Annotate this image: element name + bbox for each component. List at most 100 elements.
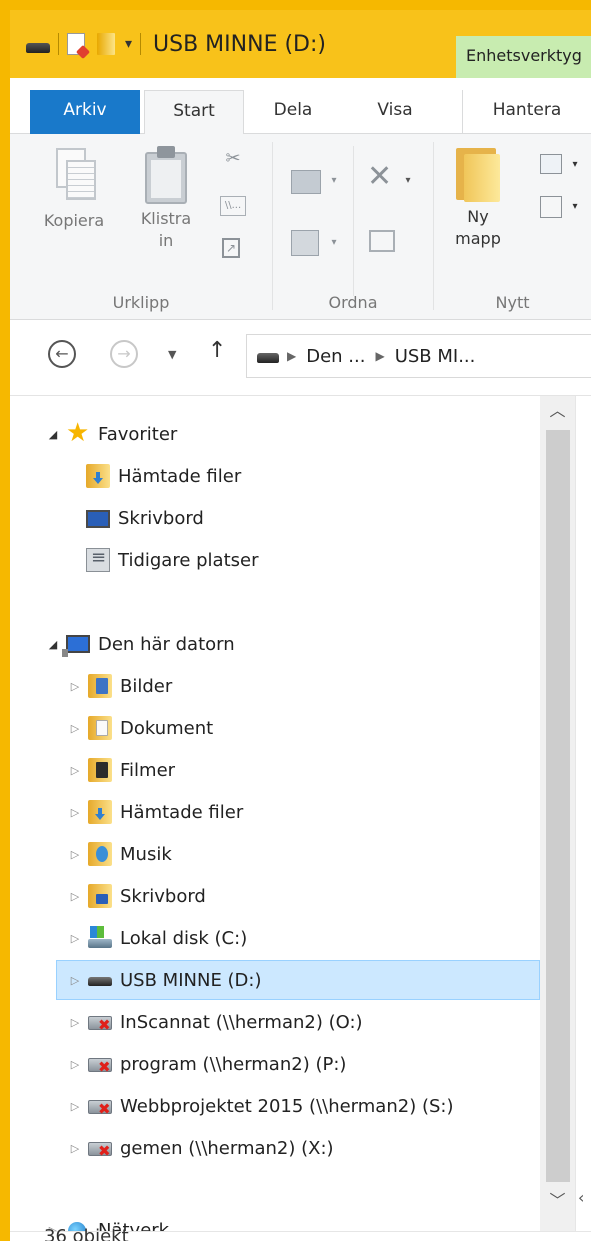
rename-icon[interactable] [369, 230, 395, 252]
videos-library-icon [88, 758, 112, 782]
downloads-folder-icon [88, 800, 112, 824]
move-to-icon[interactable] [291, 170, 321, 194]
documents-library-icon [88, 716, 112, 740]
delete-dropdown-icon[interactable]: ▾ [397, 170, 419, 192]
delete-icon[interactable]: ✕ [367, 162, 392, 192]
collapsed-arrow-icon[interactable]: ▷ [68, 848, 82, 861]
collapsed-arrow-icon[interactable]: ▷ [68, 1100, 82, 1113]
copy-to-dropdown-icon[interactable]: ▾ [323, 232, 345, 254]
address-bar[interactable]: ▶ Den ... ▶ USB MI... [246, 334, 591, 378]
collapsed-arrow-icon[interactable]: ▷ [68, 806, 82, 819]
new-item-dropdown-icon[interactable]: ▾ [564, 154, 586, 176]
paste-label-line2: in [158, 231, 174, 250]
forward-button[interactable]: → [110, 340, 138, 368]
clipboard-group-label: Urklipp [112, 293, 170, 312]
nav-label: Den här datorn [98, 633, 235, 655]
move-to-dropdown-icon[interactable]: ▾ [323, 170, 345, 192]
tab-view[interactable]: Visa [360, 90, 430, 134]
drive-icon[interactable] [26, 43, 50, 53]
tab-home[interactable]: Start [144, 90, 244, 135]
nav-network-drive-x[interactable]: ▷ gemen (\\herman2) (X:) [68, 1128, 334, 1168]
nav-local-disk-c[interactable]: ▷ Lokal disk (C:) [68, 918, 247, 958]
nav-network-drive-o[interactable]: ▷ InScannat (\\herman2) (O:) [68, 1002, 363, 1042]
ribbon: Kopiera Klistra in ✂ \\... ↗ Urklipp ▾ ▾… [10, 134, 591, 320]
nav-usb-drive-d[interactable]: ▷ USB MINNE (D:) [56, 960, 540, 1000]
nav-music[interactable]: ▷ Musik [68, 834, 172, 874]
nav-network-drive-s[interactable]: ▷ Webbprojektet 2015 (\\herman2) (S:) [68, 1086, 454, 1126]
collapsed-arrow-icon[interactable]: ▷ [68, 1142, 82, 1155]
nav-label: InScannat (\\herman2) (O:) [120, 1011, 363, 1033]
new-item-icon[interactable] [540, 154, 562, 174]
nav-label: Filmer [120, 759, 176, 781]
nav-label: program (\\herman2) (P:) [120, 1053, 347, 1075]
collapsed-arrow-icon[interactable]: ▷ [68, 974, 82, 987]
copy-button[interactable]: Kopiera [38, 148, 110, 232]
collapsed-arrow-icon[interactable]: ▷ [68, 722, 82, 735]
desktop-folder-icon [88, 884, 112, 908]
recent-locations-dropdown-icon[interactable]: ▼ [168, 348, 176, 361]
expanded-arrow-icon[interactable]: ◢ [46, 638, 60, 651]
properties-icon[interactable] [67, 33, 85, 55]
disconnected-network-drive-icon [88, 1094, 112, 1118]
clipboard-group: Kopiera Klistra in ✂ \\... ↗ Urklipp [10, 134, 272, 320]
scroll-down-icon[interactable]: ﹀ [540, 1186, 575, 1216]
breadcrumb-usb-drive[interactable]: USB MI... [395, 346, 476, 367]
easy-access-icon[interactable] [540, 196, 562, 218]
tab-share[interactable]: Dela [258, 90, 328, 134]
breadcrumb-separator-icon[interactable]: ▶ [375, 349, 384, 363]
back-button[interactable]: ← [48, 340, 76, 368]
paste-label-line1: Klistra [140, 209, 192, 228]
scroll-left-icon[interactable]: ‹ [578, 1188, 584, 1207]
collapsed-arrow-icon[interactable]: ▷ [68, 932, 82, 945]
context-tab-drive-tools[interactable]: Enhetsverktyg [456, 36, 591, 78]
collapsed-arrow-icon[interactable]: ▷ [68, 764, 82, 777]
nav-downloads[interactable]: ▷ Hämtade filer [68, 792, 243, 832]
paste-button[interactable]: Klistra in [130, 146, 202, 252]
scroll-up-icon[interactable]: ︿ [540, 396, 575, 426]
nav-favorites[interactable]: ◢ Favoriter [46, 414, 178, 454]
new-group-label: Nytt [495, 293, 530, 312]
breadcrumb-separator-icon[interactable]: ▶ [287, 349, 296, 363]
collapsed-arrow-icon[interactable]: ▷ [68, 1016, 82, 1029]
nav-favorite-downloads[interactable]: Hämtade filer [86, 456, 241, 496]
nav-this-pc[interactable]: ◢ Den här datorn [46, 624, 235, 664]
nav-label: Hämtade filer [118, 465, 242, 487]
easy-access-dropdown-icon[interactable]: ▾ [564, 196, 586, 218]
nav-favorite-desktop[interactable]: Skrivbord [86, 498, 204, 538]
collapsed-arrow-icon[interactable]: ▷ [68, 1058, 82, 1071]
nav-pictures[interactable]: ▷ Bilder [68, 666, 172, 706]
tab-manage[interactable]: Hantera [462, 90, 591, 134]
nav-label: Favoriter [98, 423, 178, 445]
nav-desktop[interactable]: ▷ Skrivbord [68, 876, 206, 916]
nav-label: Tidigare platser [118, 549, 259, 571]
disconnected-network-drive-icon [88, 1136, 112, 1160]
copy-path-icon[interactable]: \\... [220, 196, 246, 216]
new-folder-button[interactable]: Ny mapp [448, 146, 508, 250]
nav-network-drive-p[interactable]: ▷ program (\\herman2) (P:) [68, 1044, 347, 1084]
usb-drive-icon [88, 968, 112, 992]
tab-file[interactable]: Arkiv [30, 90, 140, 134]
customize-toolbar-dropdown-icon[interactable]: ▾ [125, 36, 132, 52]
expanded-arrow-icon[interactable]: ◢ [46, 428, 60, 441]
recent-places-icon [86, 547, 110, 572]
nav-label: Skrivbord [120, 885, 206, 907]
nav-label: gemen (\\herman2) (X:) [120, 1137, 334, 1159]
cut-icon[interactable]: ✂ [222, 148, 244, 170]
collapsed-arrow-icon[interactable]: ▷ [68, 890, 82, 903]
nav-videos[interactable]: ▷ Filmer [68, 750, 175, 790]
quick-access-toolbar: ▾ USB MINNE (D:) [10, 10, 326, 78]
up-button[interactable]: ↑ [208, 338, 226, 363]
copy-to-icon[interactable] [291, 230, 319, 256]
scroll-thumb[interactable] [546, 430, 570, 1182]
disconnected-network-drive-icon [88, 1052, 112, 1076]
nav-favorite-recent-places[interactable]: Tidigare platser [86, 540, 259, 580]
nav-pane-scrollbar[interactable]: ︿ ﹀ [540, 396, 575, 1231]
nav-label: Hämtade filer [120, 801, 244, 823]
nav-label: Webbprojektet 2015 (\\herman2) (S:) [120, 1095, 454, 1117]
breadcrumb-this-pc[interactable]: Den ... [306, 346, 365, 367]
collapsed-arrow-icon[interactable]: ▷ [68, 680, 82, 693]
nav-documents[interactable]: ▷ Dokument [68, 708, 213, 748]
new-folder-icon[interactable] [97, 33, 115, 55]
status-bar: 36 objekt [10, 1226, 591, 1241]
paste-shortcut-icon[interactable]: ↗ [222, 238, 240, 258]
